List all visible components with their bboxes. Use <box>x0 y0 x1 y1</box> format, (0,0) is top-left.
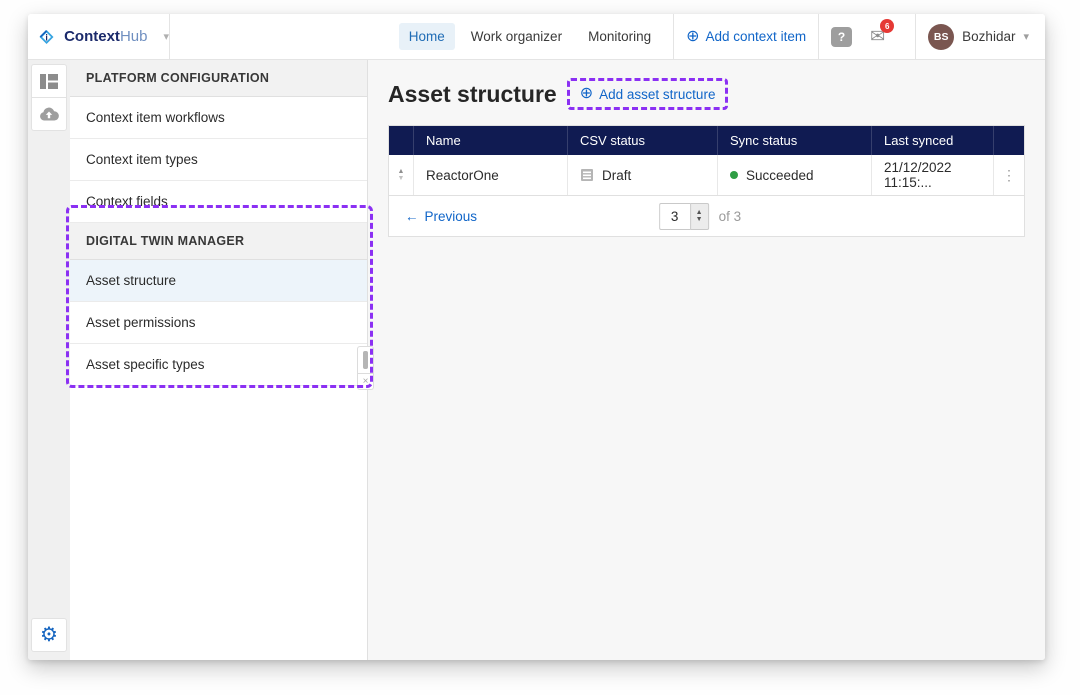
user-chevron-down-icon: ▾ <box>1023 30 1029 43</box>
sort-down-icon[interactable]: ▼ <box>398 176 405 182</box>
cell-last-synced: 21/12/2022 11:15:... <box>871 155 993 195</box>
contexthub-logo-icon: i <box>37 24 56 50</box>
sidebar: PLATFORM CONFIGURATION Context item work… <box>70 60 368 660</box>
title-row: Asset structure ⊕ Add asset structure <box>388 78 1025 110</box>
layout-icon <box>40 74 58 89</box>
notifications-button[interactable]: ✉ 6 <box>870 26 885 47</box>
cell-row-actions: ⋮ <box>993 155 1024 195</box>
cell-name: ReactorOne <box>413 155 567 195</box>
table-row[interactable]: ▲ ▼ ReactorOne Draft <box>389 155 1024 195</box>
sidebar-item-context-item-types[interactable]: Context item types <box>70 139 367 181</box>
content-area: ⚙ PLATFORM CONFIGURATION Context item wo… <box>28 60 1045 660</box>
nav-tab-home[interactable]: Home <box>399 23 455 50</box>
sidebar-item-context-item-workflows[interactable]: Context item workflows <box>70 97 367 139</box>
sidebar-section-digital-twin-manager: DIGITAL TWIN MANAGER <box>70 223 367 260</box>
arrow-left-icon: ← <box>405 209 419 224</box>
brand[interactable]: i ContextHub ▾ <box>28 14 170 59</box>
page-number-control: ▲ ▼ of 3 <box>659 203 742 230</box>
cloud-upload-button[interactable] <box>31 97 67 131</box>
document-icon <box>580 168 594 182</box>
notification-badge: 6 <box>880 19 894 33</box>
scrollbar-close-button[interactable]: × <box>357 374 374 390</box>
scrollbar-thumb[interactable] <box>363 351 368 369</box>
column-header-last-synced: Last synced <box>871 126 993 155</box>
sidebar-scrollbar[interactable]: × <box>357 346 374 390</box>
sort-up-icon[interactable]: ▲ <box>398 169 405 175</box>
settings-button[interactable]: ⚙ <box>31 618 67 652</box>
nav-tab-monitoring[interactable]: Monitoring <box>578 23 661 50</box>
column-header-csv-status: CSV status <box>567 126 717 155</box>
close-icon: × <box>363 376 369 387</box>
user-name: Bozhidar <box>962 29 1015 44</box>
layout-panel-button[interactable] <box>31 64 67 98</box>
row-reorder-cell: ▲ ▼ <box>389 155 413 195</box>
brand-chevron-down-icon[interactable]: ▾ <box>163 30 169 43</box>
cloud-upload-icon <box>39 107 59 121</box>
pagination-bar: ← Previous ▲ ▼ of 3 <box>389 195 1024 236</box>
cell-csv-status: Draft <box>567 155 717 195</box>
sidebar-item-asset-specific-types[interactable]: Asset specific types <box>70 344 367 386</box>
column-header-name: Name <box>413 126 567 155</box>
top-bar: i ContextHub ▾ Home Work organizer Monit… <box>28 14 1045 60</box>
brand-name: ContextHub <box>64 28 147 45</box>
sidebar-item-asset-structure[interactable]: Asset structure <box>70 260 367 302</box>
topbar-divider <box>915 14 916 60</box>
page-title: Asset structure <box>388 81 557 108</box>
previous-label: Previous <box>425 209 478 224</box>
table-header-actions-spacer <box>993 126 1024 155</box>
main-panel: Asset structure ⊕ Add asset structure Na… <box>368 60 1045 660</box>
avatar: BS <box>928 24 954 50</box>
page-stepper[interactable]: ▲ ▼ <box>690 203 709 230</box>
main-nav: Home Work organizer Monitoring <box>399 23 661 50</box>
previous-page-link[interactable]: ← Previous <box>405 209 477 224</box>
csv-status-label: Draft <box>602 168 631 183</box>
sidebar-item-context-fields[interactable]: Context fields <box>70 181 367 223</box>
app-window: i ContextHub ▾ Home Work organizer Monit… <box>28 14 1045 660</box>
cell-sync-status: Succeeded <box>717 155 871 195</box>
table-header-row: Name CSV status Sync status Last synced <box>389 126 1024 155</box>
add-asset-structure-button[interactable]: ⊕ Add asset structure <box>567 78 729 110</box>
add-context-item-label: Add context item <box>706 29 807 44</box>
add-context-item-button[interactable]: ⊕ Add context item <box>686 29 806 45</box>
topbar-divider <box>673 14 674 60</box>
sidebar-section-platform-configuration: PLATFORM CONFIGURATION <box>70 60 367 97</box>
icon-rail: ⚙ <box>28 60 70 660</box>
kebab-menu-icon[interactable]: ⋮ <box>1002 167 1016 184</box>
plus-circle-icon: ⊕ <box>686 29 699 45</box>
sync-status-label: Succeeded <box>746 168 814 183</box>
gear-icon: ⚙ <box>40 625 58 645</box>
help-button[interactable]: ? <box>831 27 852 47</box>
success-dot-icon <box>730 171 738 179</box>
stepper-down-icon[interactable]: ▼ <box>696 217 703 223</box>
user-menu[interactable]: BS Bozhidar ▾ <box>928 24 1045 50</box>
scrollbar-track[interactable] <box>357 346 374 374</box>
column-header-sync-status: Sync status <box>717 126 871 155</box>
add-asset-structure-label: Add asset structure <box>599 87 715 102</box>
sidebar-item-asset-permissions[interactable]: Asset permissions <box>70 302 367 344</box>
page-number-input[interactable] <box>659 203 690 230</box>
topbar-divider <box>818 14 819 60</box>
asset-table: Name CSV status Sync status Last synced … <box>388 125 1025 237</box>
page-total-label: of 3 <box>719 209 742 224</box>
plus-circle-icon: ⊕ <box>580 86 593 102</box>
nav-tab-work-organizer[interactable]: Work organizer <box>461 23 572 50</box>
table-header-spacer <box>389 126 413 155</box>
svg-text:i: i <box>45 32 47 42</box>
